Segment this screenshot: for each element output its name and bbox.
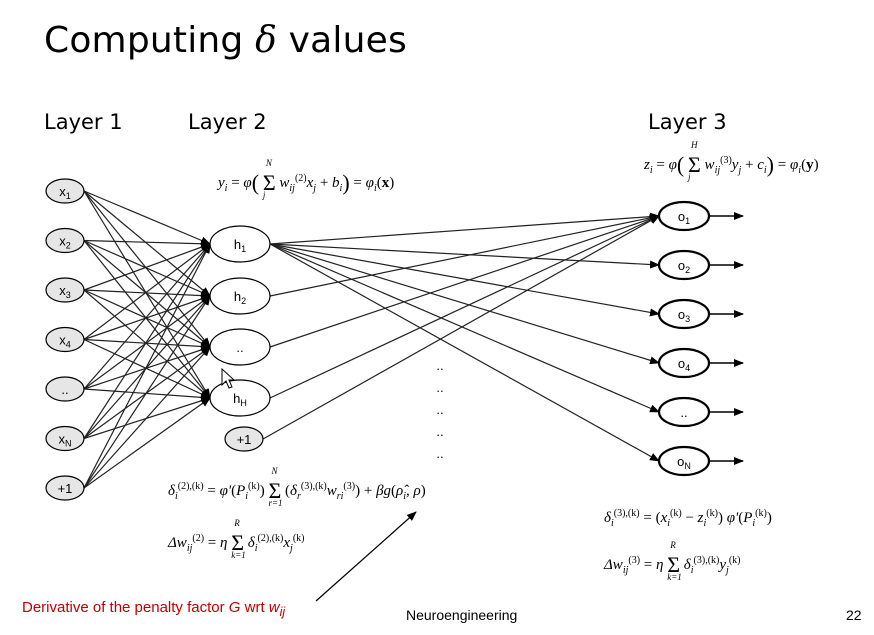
node-layer2-4: +1 xyxy=(224,426,264,452)
middle-dots-4: .. xyxy=(436,446,443,461)
node-layer1-4: .. xyxy=(45,376,85,402)
edge-l1-6-l2-3 xyxy=(83,397,211,489)
node-layer2-2: .. xyxy=(209,328,271,366)
node-label: +1 xyxy=(58,481,73,496)
node-label: .. xyxy=(61,382,68,397)
slide: Computing δ values Layer 1 Layer 2 Layer… xyxy=(0,0,874,635)
edge-l2-3-l3-0 xyxy=(269,215,660,399)
edge-l2-1-l3-0 xyxy=(269,213,660,297)
middle-dots-0: .. xyxy=(436,358,443,373)
edge-l2-0-l3-4 xyxy=(269,243,660,413)
output-delta-equation: δi(3),(k) = (xi(k) − zi(k)) φ'(Pi(k)) xyxy=(604,508,772,529)
edge-l1-2-l2-3 xyxy=(83,289,211,399)
edge-l1-1-l2-1 xyxy=(83,239,211,297)
penalty-annotation: Derivative of the penalty factor G wrt w… xyxy=(22,599,286,619)
node-layer2-0: h1 xyxy=(209,225,271,263)
edge-l1-0-l2-0 xyxy=(83,190,211,245)
node-layer1-5: xN xyxy=(45,425,85,452)
edge-l1-5-l2-0 xyxy=(83,243,211,439)
node-layer1-1: x2 xyxy=(45,227,85,254)
node-layer2-1: h2 xyxy=(209,277,271,315)
edge-l2-0-l3-0 xyxy=(269,212,660,245)
output-output-equation: zi = φ( HΣj wij(3)yj + ci) = φi(y) xyxy=(644,140,819,182)
node-layer1-2: x3 xyxy=(45,277,85,303)
hidden-update-equation: Δwij(2) = η R Σk=1 δi(2),(k)xj(k) xyxy=(168,518,305,560)
node-layer3-4: .. xyxy=(657,396,711,428)
node-layer1-6: +1 xyxy=(45,475,85,501)
edge-l2-4-l3-0 xyxy=(262,215,660,440)
middle-dots-1: .. xyxy=(436,380,443,395)
output-update-equation: Δwij(3) = η R Σk=1 δi(3),(k)yj(k) xyxy=(604,540,741,582)
node-layer1-0: x1 xyxy=(45,178,85,204)
node-layer3-1: o2 xyxy=(657,249,711,281)
edge-l1-4-l2-3 xyxy=(83,388,211,402)
node-layer3-3: o4 xyxy=(657,347,711,379)
node-layer3-0: o1 xyxy=(657,200,711,232)
hidden-delta-equation: δi(2),(k) = φ'(Pi(k)) N Σr=1 (δr(3),(k)wr… xyxy=(168,466,426,508)
hidden-output-equation: yi = φ( NΣj wij(2)xj + bi) = φi(x) xyxy=(218,158,395,200)
network-diagram: x1 x2 x3 x4.. xN +1 h1 h2.. hH +1 o1 o2 o3 o4.. oN ...… xyxy=(45,178,744,602)
node-layer1-3: x4 xyxy=(45,326,85,353)
annotation-arrow xyxy=(315,511,417,602)
node-layer3-2: o3 xyxy=(657,298,711,330)
node-layer3-5: oN xyxy=(657,445,711,477)
page-number: 22 xyxy=(846,607,862,623)
middle-dots-3: .. xyxy=(436,424,443,439)
middle-dots-2: .. xyxy=(436,402,443,417)
edge-l1-1-l2-2 xyxy=(83,240,211,348)
node-layer2-3: hH xyxy=(209,379,271,417)
node-label: .. xyxy=(236,340,243,355)
edge-l2-0-l3-5 xyxy=(269,243,660,462)
node-label: +1 xyxy=(237,432,252,447)
node-label: .. xyxy=(680,405,687,420)
edge-l1-0-l2-2 xyxy=(83,190,211,348)
edge-l1-2-l2-0 xyxy=(83,243,211,291)
footer-text: Neuroengineering xyxy=(406,607,518,623)
edge-l1-2-l2-2 xyxy=(83,289,211,348)
